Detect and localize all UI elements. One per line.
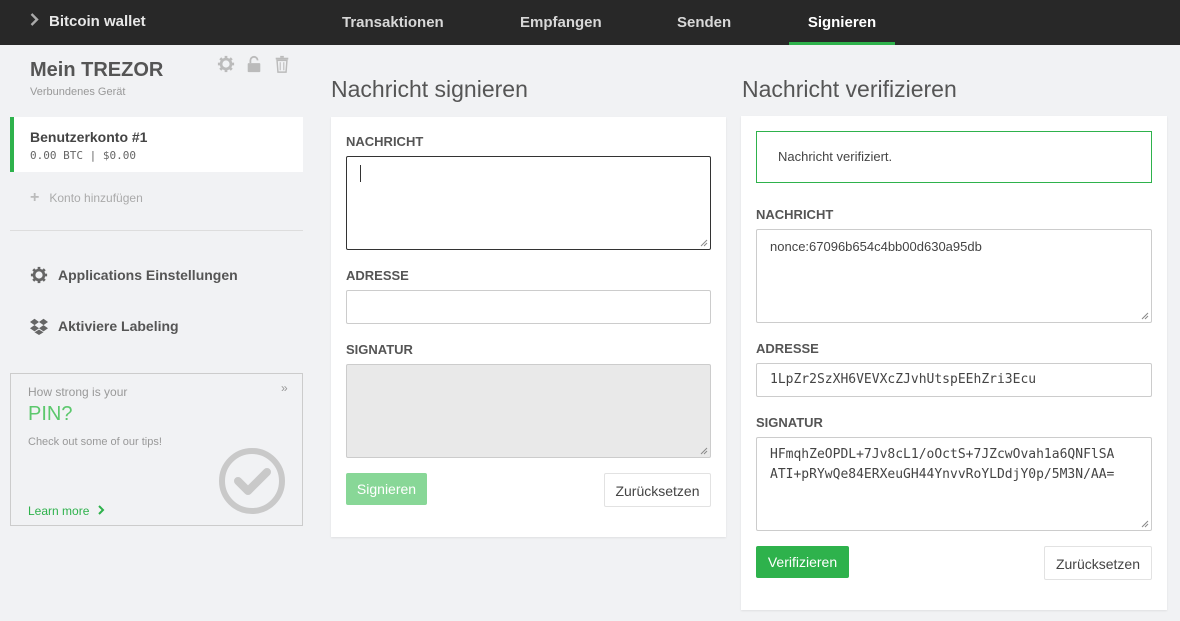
pin-dismiss-button[interactable]: » [281, 381, 288, 395]
sidebar-item-label: Applications Einstellungen [58, 267, 238, 283]
tab-transaktionen[interactable]: Transaktionen [342, 0, 444, 45]
resize-handle-icon[interactable] [1141, 520, 1149, 528]
sidebar-item-settings[interactable]: Applications Einstellungen [30, 266, 238, 284]
sign-reset-button[interactable]: Zurücksetzen [604, 473, 711, 507]
verify-signature-line: HFmqhZeOPDL+7Jv8cL1/oOctS+7JZcwOvah1a6QN… [770, 447, 1115, 462]
sign-message-field[interactable] [346, 156, 711, 250]
account-item[interactable]: Benutzerkonto #1 0.00 BTC | $0.00 [10, 117, 303, 172]
trash-icon[interactable] [273, 55, 291, 73]
verify-signature-field[interactable]: HFmqhZeOPDL+7Jv8cL1/oOctS+7JZcwOvah1a6QN… [756, 437, 1152, 531]
learn-more-label: Learn more [28, 504, 90, 518]
verify-title: Nachricht verifizieren [742, 76, 957, 102]
account-balance: 0.00 BTC | $0.00 [30, 149, 136, 162]
gear-icon [30, 266, 48, 284]
text-caret [360, 165, 361, 182]
chevron-right-icon [98, 505, 105, 515]
resize-handle-icon[interactable] [1141, 312, 1149, 320]
sign-address-label: ADRESSE [346, 268, 409, 283]
sign-button[interactable]: Signieren [346, 473, 427, 505]
sidebar-divider [10, 230, 303, 231]
wallet-switcher[interactable]: Bitcoin wallet [30, 13, 146, 30]
resize-handle-icon[interactable] [700, 239, 708, 247]
pin-heading: PIN? [28, 403, 73, 425]
add-account-button[interactable]: + Konto hinzufügen [30, 189, 143, 207]
sign-signature-field [346, 364, 711, 458]
verify-address-value: 1LpZr2SzXH6VEVXcZJvhUtspEEhZri3Ecu [770, 372, 1037, 387]
top-bar: Bitcoin wallet Transaktionen Empfangen S… [0, 0, 1180, 45]
verify-message-label: NACHRICHT [756, 207, 834, 222]
verify-address-input[interactable]: 1LpZr2SzXH6VEVXcZJvhUtspEEhZri3Ecu [756, 363, 1152, 397]
verify-address-label: ADRESSE [756, 341, 819, 356]
resize-handle-icon[interactable] [700, 447, 708, 455]
wallet-title: Bitcoin wallet [49, 13, 146, 30]
verify-message-value: nonce:67096b654c4bb00d630a95db [770, 239, 982, 254]
sign-title: Nachricht signieren [331, 76, 528, 102]
verify-reset-button[interactable]: Zurücksetzen [1044, 546, 1152, 580]
verify-signature-line: ATI+pRYwQe84ERXeuGH44YnvvRoYLDdjY0p/5M3N… [770, 467, 1115, 482]
sign-signature-label: SIGNATUR [346, 342, 413, 357]
pin-tips-text: Check out some of our tips! [28, 436, 162, 448]
plus-icon: + [30, 189, 40, 206]
dropbox-icon [30, 318, 48, 335]
tab-signieren[interactable]: Signieren [789, 0, 895, 45]
sign-message-label: NACHRICHT [346, 134, 424, 149]
device-title: Mein TREZOR [30, 59, 164, 81]
sign-card: NACHRICHT ADRESSE SIGNATUR Signieren Zur… [331, 117, 726, 537]
tab-senden[interactable]: Senden [677, 0, 731, 45]
sidebar: Mein TREZOR Verbundenes Gerät Benutzerko… [10, 45, 303, 621]
learn-more-link[interactable]: Learn more [28, 504, 105, 518]
sidebar-item-labeling[interactable]: Aktiviere Labeling [30, 317, 179, 335]
chevron-right-icon [30, 13, 39, 30]
verify-button[interactable]: Verifizieren [756, 546, 849, 578]
device-subtitle: Verbundenes Gerät [30, 86, 126, 98]
verify-message-field[interactable]: nonce:67096b654c4bb00d630a95db [756, 229, 1152, 323]
gear-icon[interactable] [217, 55, 235, 73]
sidebar-item-label: Aktiviere Labeling [58, 318, 179, 334]
device-header: Mein TREZOR Verbundenes Gerät [10, 45, 303, 117]
pin-question: How strong is your [28, 385, 128, 399]
device-actions [217, 55, 291, 73]
verified-message: Nachricht verifiziert. [778, 149, 893, 164]
pin-tips-box: How strong is your PIN? Check out some o… [10, 373, 303, 526]
sign-address-input[interactable] [346, 290, 711, 324]
add-account-label: Konto hinzufügen [49, 191, 143, 205]
verified-alert: Nachricht verifiziert. [756, 131, 1152, 183]
check-circle-icon [217, 446, 287, 521]
verify-signature-label: SIGNATUR [756, 415, 823, 430]
verify-card: Nachricht verifiziert. NACHRICHT nonce:6… [741, 116, 1167, 610]
tab-empfangen[interactable]: Empfangen [520, 0, 602, 45]
unlock-icon[interactable] [245, 55, 263, 73]
account-name: Benutzerkonto #1 [30, 129, 148, 145]
